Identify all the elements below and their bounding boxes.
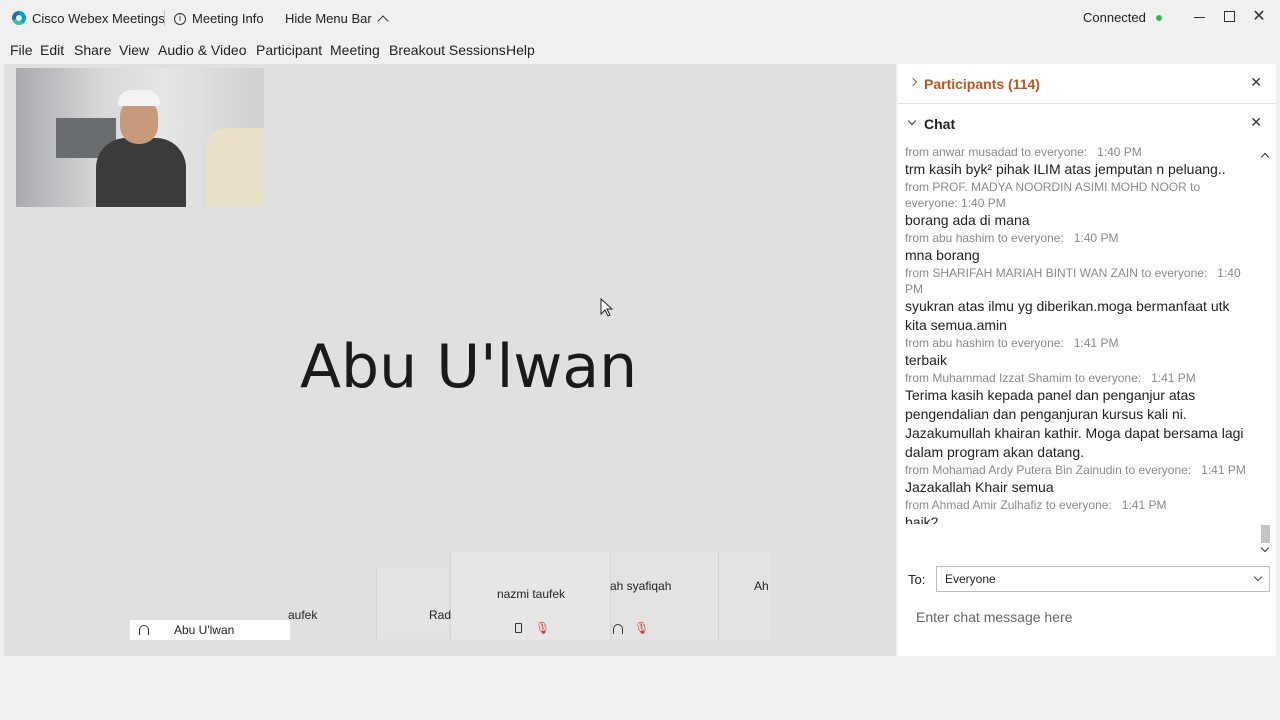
connection-status-label: Connected: [1083, 10, 1146, 25]
to-label: To:: [908, 572, 926, 587]
thumbnail-name: Abu U'lwan: [174, 623, 235, 637]
menu-participant[interactable]: Participant: [256, 42, 322, 58]
headset-icon: [139, 625, 149, 635]
hide-menu-bar-label: Hide Menu Bar: [285, 11, 372, 26]
muted-mic-icon: 🎙︎: [634, 621, 650, 635]
scroll-thumb[interactable]: [1261, 525, 1270, 543]
message-sender: from Muhammad Izzat Shamim to everyone: 1…: [905, 371, 1196, 385]
thumbnail-name: Ah: [754, 579, 769, 593]
webex-logo-icon: [12, 11, 26, 25]
chevron-down-icon: [1253, 572, 1263, 582]
menu-bar: File Edit Share View Audio & Video Parti…: [0, 38, 900, 62]
message-sender: from abu hashim to everyone: 1:40 PM: [905, 231, 1119, 245]
chevron-up-icon: [377, 14, 389, 27]
maximize-button[interactable]: [1224, 11, 1235, 22]
title-bar: Cisco Webex Meetings i Meeting Info Hide…: [0, 0, 1280, 36]
thumbnail-tile[interactable]: [376, 567, 450, 639]
menu-breakout-sessions[interactable]: Breakout Sessions: [389, 42, 506, 58]
phone-icon: [515, 623, 522, 633]
minimize-button[interactable]: [1194, 17, 1205, 18]
message-text: Terima kasih kepada panel dan penganjur …: [905, 387, 1244, 460]
video-person-cap: [118, 90, 160, 106]
menu-meeting[interactable]: Meeting: [330, 42, 380, 58]
message-sender: from Ahmad Amir Zulhafiz to everyone: 1:4…: [905, 498, 1167, 512]
mouse-cursor-icon: [600, 298, 614, 317]
chat-message-input[interactable]: [908, 602, 1264, 632]
message-sender: from abu hashim to everyone: 1:41 PM: [905, 336, 1119, 350]
message-text: syukran atas ilmu yg diberikan.moga berm…: [905, 298, 1230, 333]
menu-audio-video[interactable]: Audio & Video: [158, 42, 246, 58]
close-window-button[interactable]: ✕: [1252, 8, 1266, 24]
webex-window: Cisco Webex Meetings i Meeting Info Hide…: [0, 0, 1280, 720]
message-text: mna borang: [905, 247, 980, 263]
chat-header[interactable]: Chat ✕: [898, 104, 1276, 142]
message-text: baik2: [905, 514, 939, 524]
thumbnail-name: ah syafiqah: [610, 579, 672, 593]
active-speaker-name: Abu U'lwan: [300, 332, 638, 402]
video-stage: Abu U'lwan Abu U'lwan aufek Rad nazmi ta…: [4, 64, 896, 656]
scroll-up-icon[interactable]: [1260, 152, 1270, 162]
message-text: borang ada di mana: [905, 212, 1030, 228]
connection-status: Connected: [1083, 10, 1162, 25]
self-view-video[interactable]: [16, 68, 264, 207]
participants-header[interactable]: Participants (114) ✕: [898, 64, 1276, 104]
thumbnail-name: nazmi taufek: [497, 587, 566, 601]
message-text: Jazakallah Khair semua: [905, 479, 1054, 495]
chat-message-list[interactable]: from anwar musadad to everyone: 1:40 PM t…: [905, 144, 1251, 524]
thumbnail-tile[interactable]: [718, 552, 770, 640]
chevron-right-icon: [908, 77, 918, 87]
video-person-body: [96, 138, 186, 207]
title-divider: [164, 10, 165, 26]
side-panel: Participants (114) ✕ Chat ✕ from anwar m…: [898, 64, 1276, 656]
message-sender: from Mohamad Ardy Putera Bin Zainudin to…: [905, 463, 1246, 477]
menu-view[interactable]: View: [119, 42, 149, 58]
close-participants-icon[interactable]: ✕: [1250, 75, 1262, 91]
close-chat-icon[interactable]: ✕: [1250, 115, 1262, 131]
menu-share[interactable]: Share: [74, 42, 111, 58]
hide-menu-bar-button[interactable]: Hide Menu Bar: [285, 11, 389, 27]
thumbnail-name: Rad: [429, 608, 452, 622]
chevron-down-icon: [907, 116, 917, 126]
info-icon: i: [174, 12, 186, 25]
status-dot-icon: [1155, 14, 1162, 21]
chat-title: Chat: [924, 116, 956, 132]
participants-title: Participants (114): [924, 76, 1040, 92]
meeting-info-label: Meeting Info: [192, 11, 264, 26]
recipient-select[interactable]: Everyone: [936, 566, 1270, 592]
scroll-down-icon[interactable]: [1260, 543, 1270, 553]
chat-scrollbar[interactable]: [1260, 148, 1270, 558]
thumbnail-name: aufek: [288, 608, 318, 622]
message-sender: from anwar musadad to everyone: 1:40 PM: [905, 145, 1142, 159]
menu-help[interactable]: Help: [506, 42, 535, 58]
message-text: trm kasih byk² pihak ILIM atas jemputan …: [905, 161, 1226, 177]
muted-mic-icon: 🎙︎: [535, 621, 551, 635]
message-sender: from PROF. MADYA NOORDIN ASIMI MOHD NOOR…: [905, 180, 1201, 210]
menu-file[interactable]: File: [10, 42, 33, 58]
app-title: Cisco Webex Meetings: [32, 11, 165, 26]
video-chair: [206, 128, 264, 207]
message-sender: from SHARIFAH MARIAH BINTI WAN ZAIN to e…: [905, 266, 1241, 296]
thumbnail-tile[interactable]: [610, 552, 718, 640]
headset-icon: [613, 624, 623, 634]
meeting-info-button[interactable]: i Meeting Info: [174, 11, 264, 26]
recipient-value: Everyone: [945, 572, 996, 586]
menu-edit[interactable]: Edit: [40, 42, 64, 58]
active-thumbnail-label[interactable]: Abu U'lwan: [130, 620, 290, 640]
message-text: terbaik: [905, 352, 948, 368]
